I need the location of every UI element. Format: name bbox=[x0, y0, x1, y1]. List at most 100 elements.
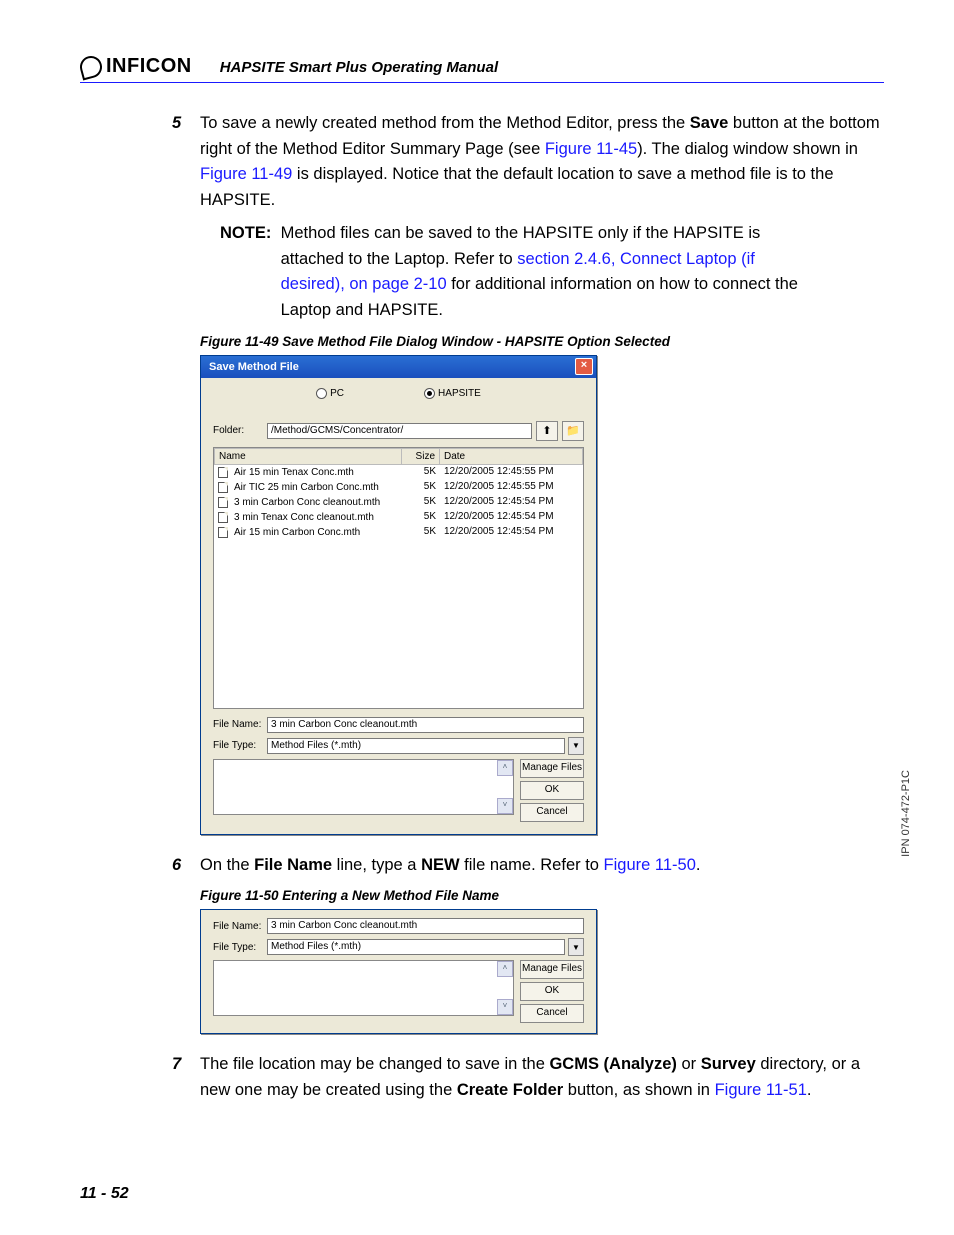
step-number: 5 bbox=[172, 111, 181, 137]
file-date: 12/20/2005 12:45:55 PM bbox=[440, 480, 583, 495]
folder-label: Folder: bbox=[213, 425, 263, 436]
preview-box: ˄ ˅ bbox=[213, 960, 514, 1016]
list-header: Name Size Date bbox=[214, 448, 583, 465]
body-text: button, as shown in bbox=[563, 1081, 714, 1099]
cancel-button[interactable]: Cancel bbox=[520, 803, 584, 822]
radio-label: HAPSITE bbox=[438, 388, 481, 399]
file-name: Air 15 min Carbon Conc.mth bbox=[230, 526, 364, 539]
col-date[interactable]: Date bbox=[440, 448, 583, 465]
file-size: 5K bbox=[402, 510, 440, 525]
filename-input[interactable]: 3 min Carbon Conc cleanout.mth bbox=[267, 717, 584, 733]
body-text: Create Folder bbox=[457, 1081, 563, 1099]
ok-button[interactable]: OK bbox=[520, 982, 584, 1001]
radio-hapsite[interactable]: HAPSITE bbox=[424, 388, 481, 399]
figure-caption: Figure 11-50 Entering a New Method File … bbox=[200, 888, 884, 903]
page-number: 11 - 52 bbox=[80, 1185, 129, 1203]
figure-link[interactable]: Figure 11-51 bbox=[715, 1081, 807, 1099]
ok-button[interactable]: OK bbox=[520, 781, 584, 800]
step-7: 7 The file location may be changed to sa… bbox=[200, 1052, 884, 1103]
chevron-down-icon[interactable]: ▼ bbox=[568, 737, 584, 755]
radio-label: PC bbox=[330, 388, 344, 399]
file-date: 12/20/2005 12:45:54 PM bbox=[440, 510, 583, 525]
filetype-select[interactable]: Method Files (*.mth) bbox=[267, 738, 565, 754]
body-text: is displayed. Notice that the default lo… bbox=[200, 165, 834, 209]
filename-entry-dialog: File Name: 3 min Carbon Conc cleanout.mt… bbox=[200, 909, 597, 1034]
step-5: 5 To save a newly created method from th… bbox=[200, 111, 884, 324]
body-text: line, type a bbox=[332, 856, 421, 874]
scroll-down-icon[interactable]: ˅ bbox=[497, 999, 513, 1015]
body-text: On the bbox=[200, 856, 254, 874]
new-folder-icon[interactable]: 📁 bbox=[562, 421, 584, 441]
cancel-button[interactable]: Cancel bbox=[520, 1004, 584, 1023]
body-text: Survey bbox=[701, 1055, 756, 1073]
body-text: File Name bbox=[254, 856, 332, 874]
step-6: 6 On the File Name line, type a NEW file… bbox=[200, 853, 884, 879]
body-text: The file location may be changed to save… bbox=[200, 1055, 549, 1073]
file-date: 12/20/2005 12:45:54 PM bbox=[440, 525, 583, 540]
figure-link[interactable]: Figure 11-50 bbox=[604, 856, 696, 874]
file-icon bbox=[218, 497, 228, 508]
body-text: To save a newly created method from the … bbox=[200, 114, 690, 132]
radio-icon bbox=[424, 388, 435, 399]
body-text: . bbox=[807, 1081, 812, 1099]
folder-input[interactable]: /Method/GCMS/Concentrator/ bbox=[267, 423, 532, 439]
list-item[interactable]: Air 15 min Tenax Conc.mth5K12/20/2005 12… bbox=[214, 465, 583, 480]
scroll-up-icon[interactable]: ˄ bbox=[497, 961, 513, 977]
up-folder-icon[interactable]: ⬆ bbox=[536, 421, 558, 441]
scroll-down-icon[interactable]: ˅ bbox=[497, 798, 513, 814]
file-size: 5K bbox=[402, 480, 440, 495]
logo: INFICON bbox=[80, 55, 192, 78]
manage-files-button[interactable]: Manage Files bbox=[520, 960, 584, 979]
list-item[interactable]: Air TIC 25 min Carbon Conc.mth 5K12/20/20… bbox=[214, 480, 583, 495]
file-date: 12/20/2005 12:45:54 PM bbox=[440, 495, 583, 510]
col-size[interactable]: Size bbox=[402, 448, 440, 465]
document-title: HAPSITE Smart Plus Operating Manual bbox=[220, 59, 498, 76]
file-size: 5K bbox=[402, 525, 440, 540]
figure-link[interactable]: Figure 11-49 bbox=[200, 165, 292, 183]
file-icon bbox=[218, 527, 228, 538]
dialog-titlebar: Save Method File × bbox=[201, 356, 596, 378]
file-name: Air 15 min Tenax Conc.mth bbox=[230, 466, 358, 479]
file-icon bbox=[218, 512, 228, 523]
filename-input[interactable]: 3 min Carbon Conc cleanout.mth bbox=[267, 918, 584, 934]
col-name[interactable]: Name bbox=[214, 448, 402, 465]
file-icon bbox=[218, 482, 228, 493]
list-item[interactable]: 3 min Carbon Conc cleanout.mth 5K12/20/20… bbox=[214, 495, 583, 510]
file-date: 12/20/2005 12:45:55 PM bbox=[440, 465, 583, 480]
logo-text: INFICON bbox=[106, 55, 192, 78]
page-header: INFICON HAPSITE Smart Plus Operating Man… bbox=[80, 55, 884, 83]
radio-icon bbox=[316, 388, 327, 399]
body-text: file name. Refer to bbox=[460, 856, 604, 874]
dialog-title: Save Method File bbox=[209, 361, 299, 373]
file-size: 5K bbox=[402, 495, 440, 510]
filetype-select[interactable]: Method Files (*.mth) bbox=[267, 939, 565, 955]
body-text: or bbox=[677, 1055, 701, 1073]
filename-label: File Name: bbox=[213, 921, 263, 932]
inficon-logo-icon bbox=[78, 53, 105, 80]
note-block: NOTE: Method files can be saved to the H… bbox=[220, 221, 884, 323]
file-name: Air TIC 25 min Carbon Conc.mth bbox=[230, 481, 383, 494]
file-name: 3 min Carbon Conc cleanout.mth bbox=[230, 496, 384, 509]
file-list[interactable]: Name Size Date Air 15 min Tenax Conc.mth… bbox=[213, 447, 584, 709]
note-label: NOTE: bbox=[220, 221, 276, 247]
location-radio-group: PC HAPSITE bbox=[213, 388, 584, 399]
filetype-label: File Type: bbox=[213, 942, 263, 953]
step-number: 6 bbox=[172, 853, 181, 879]
body-text: . bbox=[696, 856, 701, 874]
body-text: GCMS (Analyze) bbox=[549, 1055, 676, 1073]
list-item[interactable]: Air 15 min Carbon Conc.mth 5K12/20/2005 1… bbox=[214, 525, 583, 540]
manage-files-button[interactable]: Manage Files bbox=[520, 759, 584, 778]
preview-box: ˄ ˅ bbox=[213, 759, 514, 815]
radio-pc[interactable]: PC bbox=[316, 388, 344, 399]
ipn-code: IPN 074-472-P1C bbox=[900, 770, 912, 857]
list-item[interactable]: 3 min Tenax Conc cleanout.mth5K12/20/200… bbox=[214, 510, 583, 525]
figure-caption: Figure 11-49 Save Method File Dialog Win… bbox=[200, 334, 884, 349]
chevron-down-icon[interactable]: ▼ bbox=[568, 938, 584, 956]
body-text: Save bbox=[690, 114, 729, 132]
filetype-label: File Type: bbox=[213, 740, 263, 751]
file-icon bbox=[218, 467, 228, 478]
step-number: 7 bbox=[172, 1052, 181, 1078]
close-icon[interactable]: × bbox=[575, 358, 593, 375]
scroll-up-icon[interactable]: ˄ bbox=[497, 760, 513, 776]
figure-link[interactable]: Figure 11-45 bbox=[545, 140, 637, 158]
